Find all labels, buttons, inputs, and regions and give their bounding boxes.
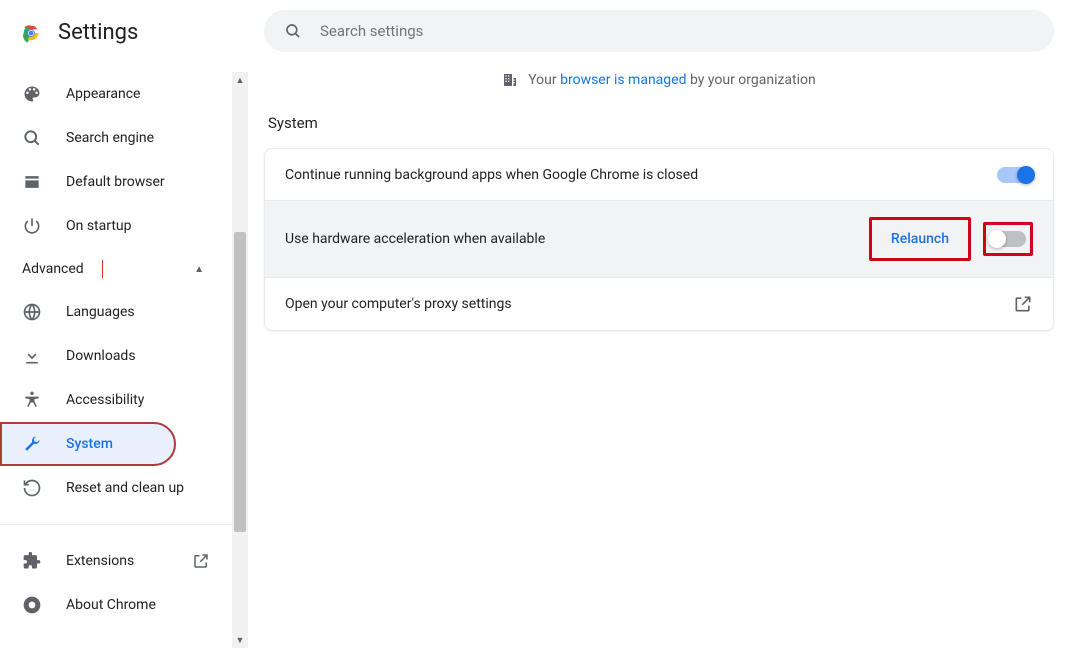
sidebar-item-label: Languages [66,304,135,320]
search-icon [284,22,302,40]
advanced-label: Advanced [22,261,84,277]
sidebar-item-label: Default browser [66,174,165,190]
sidebar-item-label: System [66,436,113,452]
accessibility-icon [22,390,42,410]
open-external-icon [1013,294,1033,314]
row-background-apps: Continue running background apps when Go… [265,149,1053,201]
row-label: Continue running background apps when Go… [285,167,698,183]
system-settings-card: Continue running background apps when Go… [264,148,1054,331]
restore-icon [22,478,42,498]
scroll-down-icon[interactable]: ▼ [232,632,248,648]
separator [0,524,232,525]
sidebar-item-system[interactable]: System [0,422,176,466]
sidebar-item-label: Downloads [66,348,136,364]
sidebar-item-label: About Chrome [66,597,156,613]
app-header: Settings [0,0,248,53]
sidebar-item-accessibility[interactable]: Accessibility [0,378,232,422]
sidebar-item-label: On startup [66,218,132,234]
sidebar-item-search-engine[interactable]: Search engine [0,116,232,160]
chevron-up-icon: ▲ [194,264,210,275]
extension-icon [22,551,42,571]
sidebar-scrollbar[interactable]: ▲ ▼ [232,72,248,648]
scroll-up-icon[interactable]: ▲ [232,72,248,88]
row-label: Open your computer's proxy settings [285,296,512,312]
building-icon [502,72,518,88]
sidebar-nav: Appearance Search engine Default browser… [0,72,232,639]
sidebar-item-label: Reset and clean up [66,480,184,496]
sidebar-item-downloads[interactable]: Downloads [0,334,232,378]
search-input[interactable] [320,22,1034,40]
scrollbar-thumb[interactable] [234,232,246,532]
managed-notice: Your browser is managed by your organiza… [264,72,1054,88]
palette-icon [22,84,42,104]
sidebar-item-about[interactable]: About Chrome [0,583,232,627]
browser-icon [22,172,42,192]
wrench-icon [22,434,42,454]
open-external-icon [192,552,210,570]
chrome-icon [22,595,42,615]
globe-icon [22,302,42,322]
row-hardware-accel: Use hardware acceleration when available… [265,201,1053,278]
sidebar-advanced-toggle[interactable]: Advanced ▲ [0,248,232,290]
relaunch-button[interactable]: Relaunch [874,222,966,256]
chrome-logo-icon [20,22,42,44]
sidebar-item-languages[interactable]: Languages [0,290,232,334]
sidebar-item-label: Appearance [66,86,140,102]
sidebar-item-default-browser[interactable]: Default browser [0,160,232,204]
download-icon [22,346,42,366]
sidebar-item-appearance[interactable]: Appearance [0,72,232,116]
sidebar-item-extensions[interactable]: Extensions [0,539,232,583]
sidebar-item-label: Search engine [66,130,154,146]
highlight-relaunch: Relaunch [869,217,971,261]
section-title: System [264,114,1054,132]
settings-content: Your browser is managed by your organiza… [248,72,1072,648]
sidebar-item-label: Accessibility [66,392,144,408]
search-settings[interactable] [264,10,1054,52]
sidebar-item-label: Extensions [66,553,134,569]
row-label: Use hardware acceleration when available [285,231,545,247]
managed-link[interactable]: browser is managed [560,72,686,88]
sidebar-item-reset[interactable]: Reset and clean up [0,466,232,510]
highlight-toggle [983,222,1033,256]
toggle-hardware-accel[interactable] [990,231,1026,247]
divider [102,260,103,278]
power-icon [22,216,42,236]
sidebar-item-on-startup[interactable]: On startup [0,204,232,248]
page-title: Settings [58,20,138,45]
row-proxy-settings[interactable]: Open your computer's proxy settings [265,278,1053,330]
search-icon [22,128,42,148]
toggle-background-apps[interactable] [997,167,1033,183]
